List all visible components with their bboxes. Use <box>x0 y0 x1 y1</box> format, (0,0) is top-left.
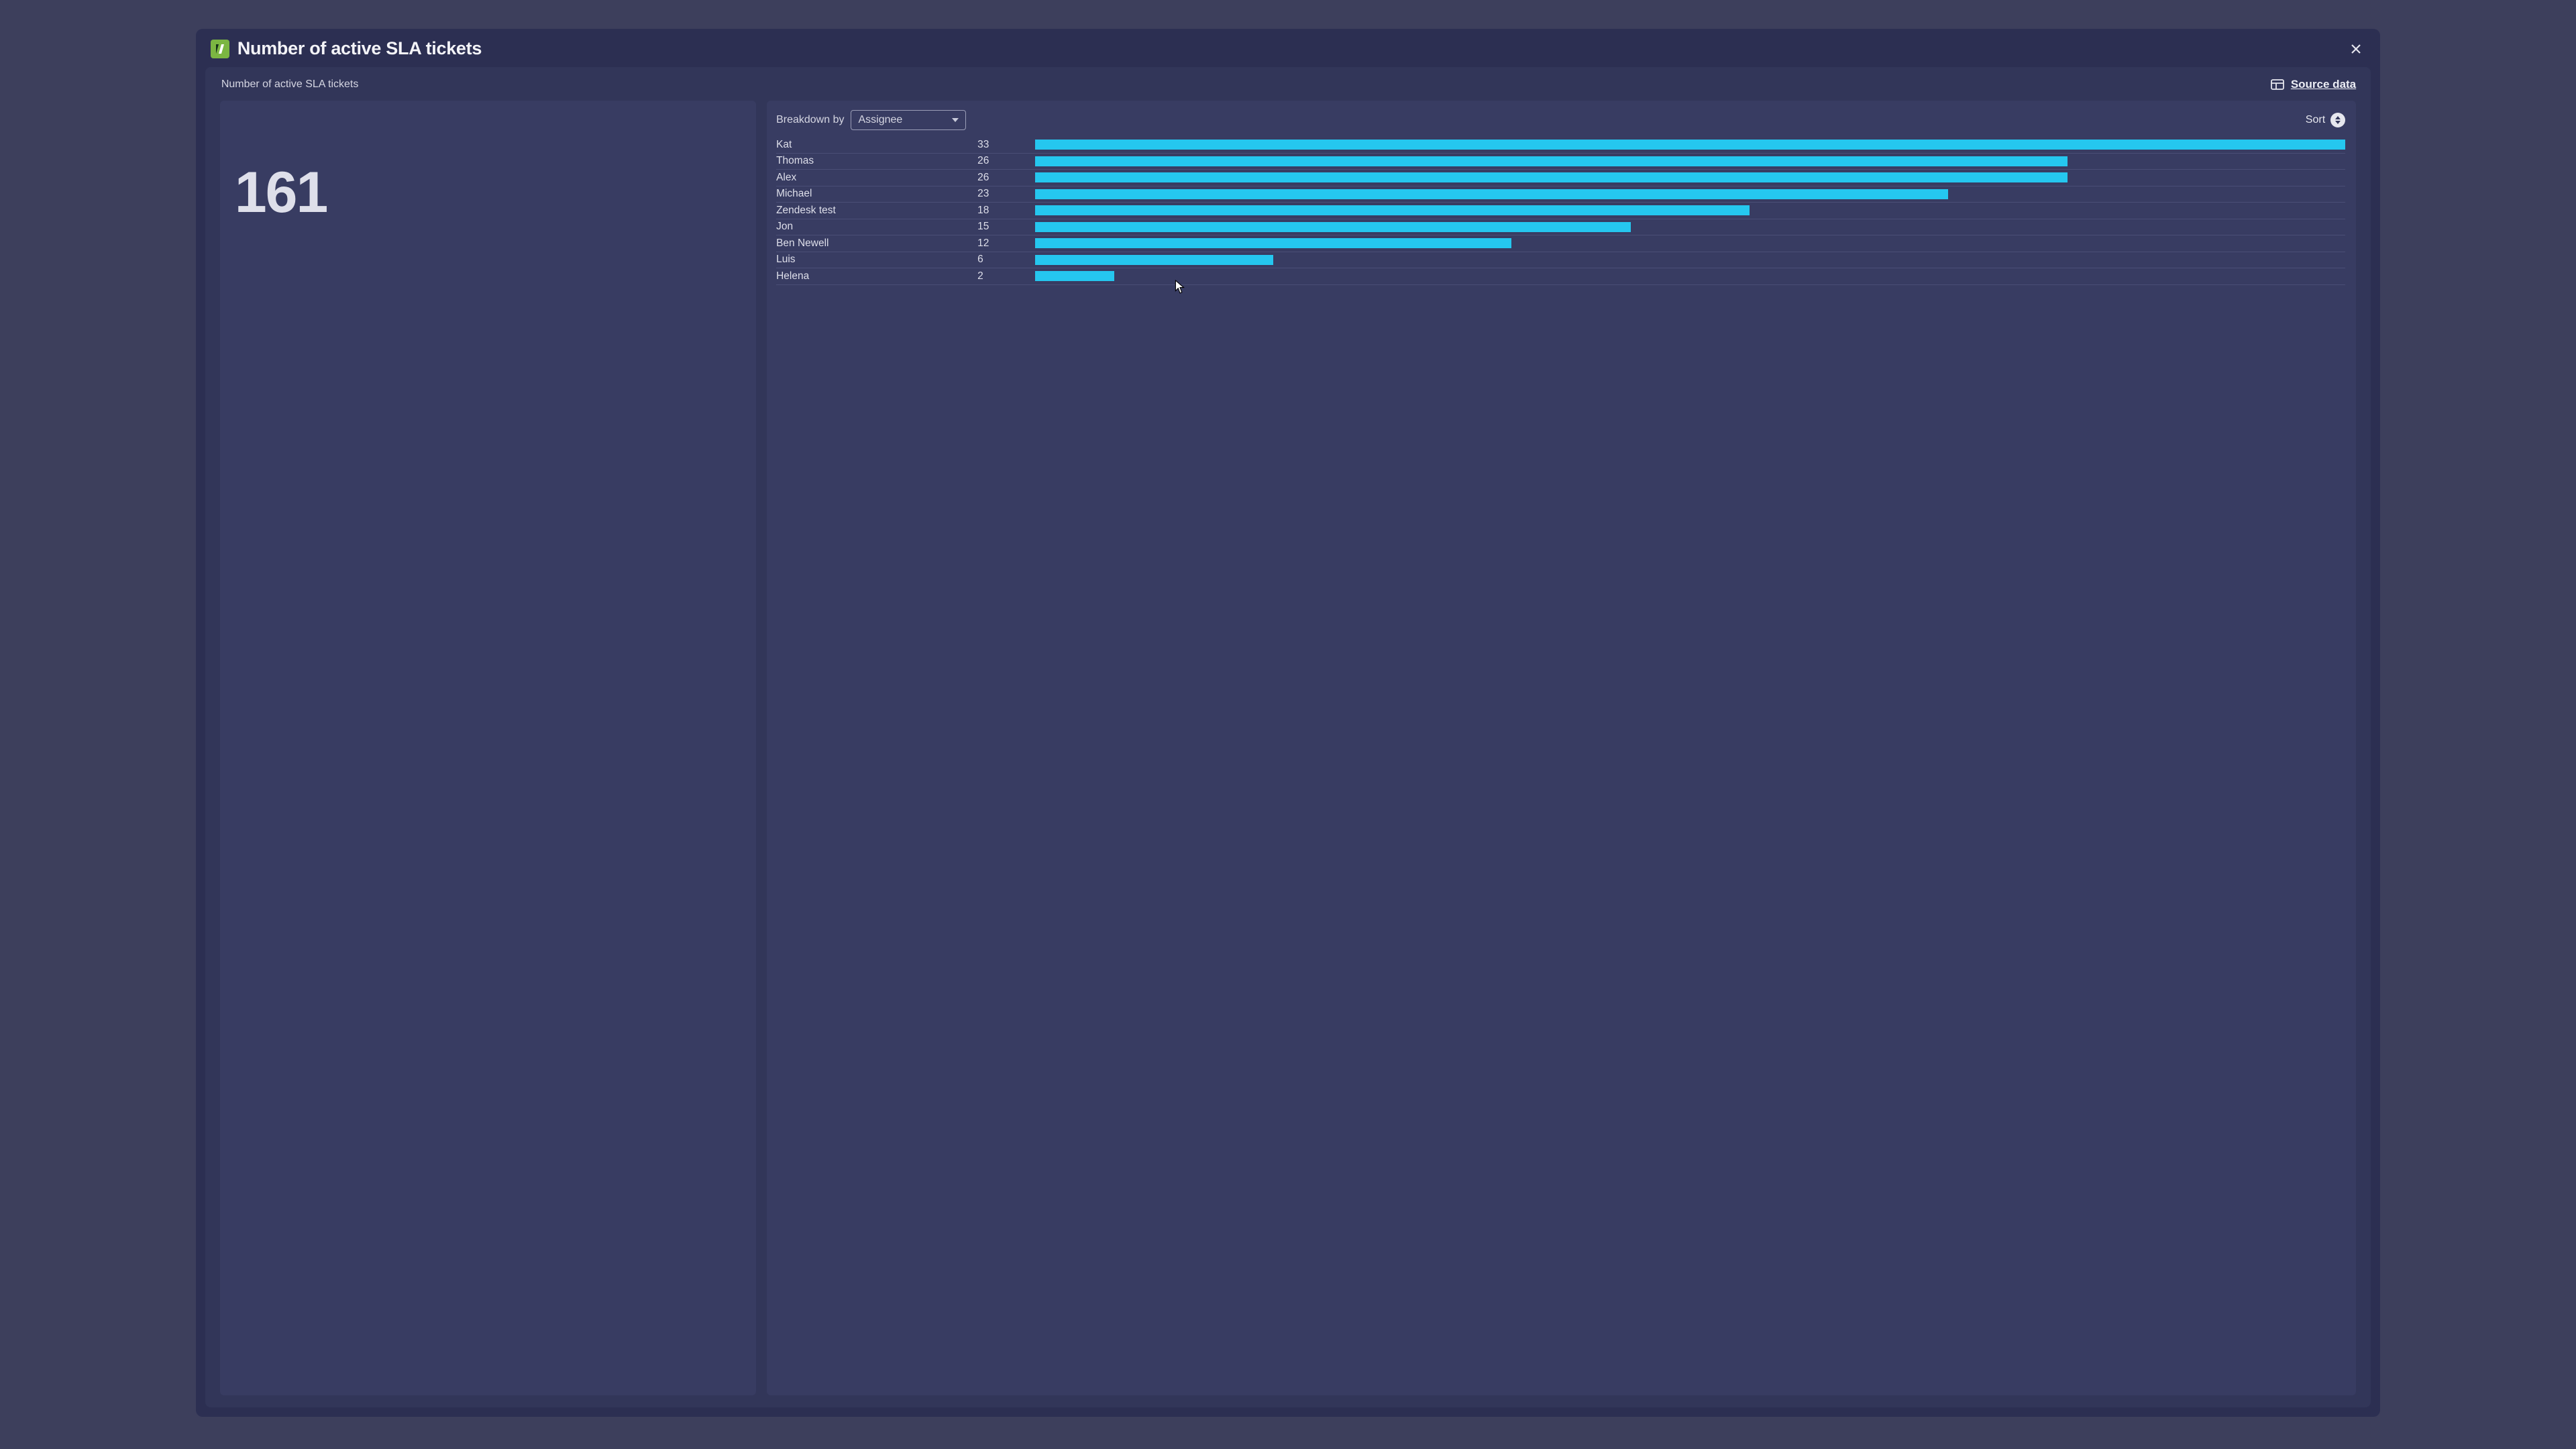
row-bar <box>1035 140 2345 150</box>
breakdown-select[interactable]: Assignee <box>851 110 966 130</box>
table-row: Ben Newell12 <box>776 235 2345 252</box>
breakdown-rows: Kat33Thomas26Alex26Michael23Zendesk test… <box>776 137 2345 285</box>
sort-button[interactable]: Sort <box>2306 113 2345 127</box>
row-value: 18 <box>977 205 1012 217</box>
table-row: Jon15 <box>776 219 2345 236</box>
table-row: Helena2 <box>776 268 2345 285</box>
row-bar-cell <box>1012 189 2345 199</box>
row-name: Helena <box>776 270 977 282</box>
row-value: 26 <box>977 155 1012 167</box>
row-value: 2 <box>977 270 1012 282</box>
row-name: Jon <box>776 221 977 233</box>
row-name: Kat <box>776 139 977 151</box>
table-row: Alex26 <box>776 170 2345 186</box>
metric-value: 161 <box>235 164 741 221</box>
row-bar-cell <box>1012 255 2345 265</box>
row-bar <box>1035 255 1273 265</box>
table-row: Thomas26 <box>776 154 2345 170</box>
modal-header: Number of active SLA tickets <box>196 29 2380 67</box>
close-icon <box>2351 44 2361 54</box>
row-value: 12 <box>977 237 1012 250</box>
row-name: Ben Newell <box>776 237 977 250</box>
modal-title: Number of active SLA tickets <box>237 38 482 59</box>
row-bar-cell <box>1012 238 2345 248</box>
table-row: Michael23 <box>776 186 2345 203</box>
body-header: Number of active SLA tickets Source data <box>220 78 2356 91</box>
sort-icon <box>2330 113 2345 127</box>
row-bar <box>1035 205 1750 215</box>
row-bar <box>1035 156 2068 166</box>
row-bar <box>1035 189 1948 199</box>
row-bar-cell <box>1012 205 2345 215</box>
breakdown-label: Breakdown by <box>776 114 844 126</box>
row-bar <box>1035 238 1511 248</box>
row-bar-cell <box>1012 271 2345 281</box>
row-name: Luis <box>776 254 977 266</box>
row-value: 26 <box>977 172 1012 184</box>
source-data-link[interactable]: Source data <box>2271 78 2356 91</box>
chart-panel: Breakdown by Assignee Sort <box>767 101 2356 1395</box>
chevron-down-icon <box>952 118 959 122</box>
panels: 161 Breakdown by Assignee Sort <box>220 101 2356 1395</box>
close-button[interactable] <box>2347 40 2365 58</box>
row-bar-cell <box>1012 156 2345 166</box>
row-value: 33 <box>977 139 1012 151</box>
source-data-label: Source data <box>2291 78 2356 91</box>
row-bar-cell <box>1012 222 2345 232</box>
row-bar <box>1035 172 2068 182</box>
app-icon <box>211 40 229 58</box>
table-row: Luis6 <box>776 252 2345 269</box>
sla-modal: Number of active SLA tickets Number of a… <box>196 29 2380 1417</box>
row-value: 15 <box>977 221 1012 233</box>
table-row: Zendesk test18 <box>776 203 2345 219</box>
row-name: Alex <box>776 172 977 184</box>
row-bar-cell <box>1012 140 2345 150</box>
row-bar <box>1035 222 1631 232</box>
metric-panel: 161 <box>220 101 756 1395</box>
row-name: Thomas <box>776 155 977 167</box>
row-name: Zendesk test <box>776 205 977 217</box>
modal-body: Number of active SLA tickets Source data… <box>205 67 2371 1407</box>
table-row: Kat33 <box>776 137 2345 154</box>
row-value: 23 <box>977 188 1012 200</box>
breakdown-selected: Assignee <box>858 114 952 126</box>
table-icon <box>2271 79 2284 90</box>
row-bar <box>1035 271 1114 281</box>
chart-controls: Breakdown by Assignee Sort <box>776 110 2345 130</box>
body-title: Number of active SLA tickets <box>220 78 359 91</box>
row-value: 6 <box>977 254 1012 266</box>
sort-label: Sort <box>2306 114 2325 126</box>
row-bar-cell <box>1012 172 2345 182</box>
row-name: Michael <box>776 188 977 200</box>
